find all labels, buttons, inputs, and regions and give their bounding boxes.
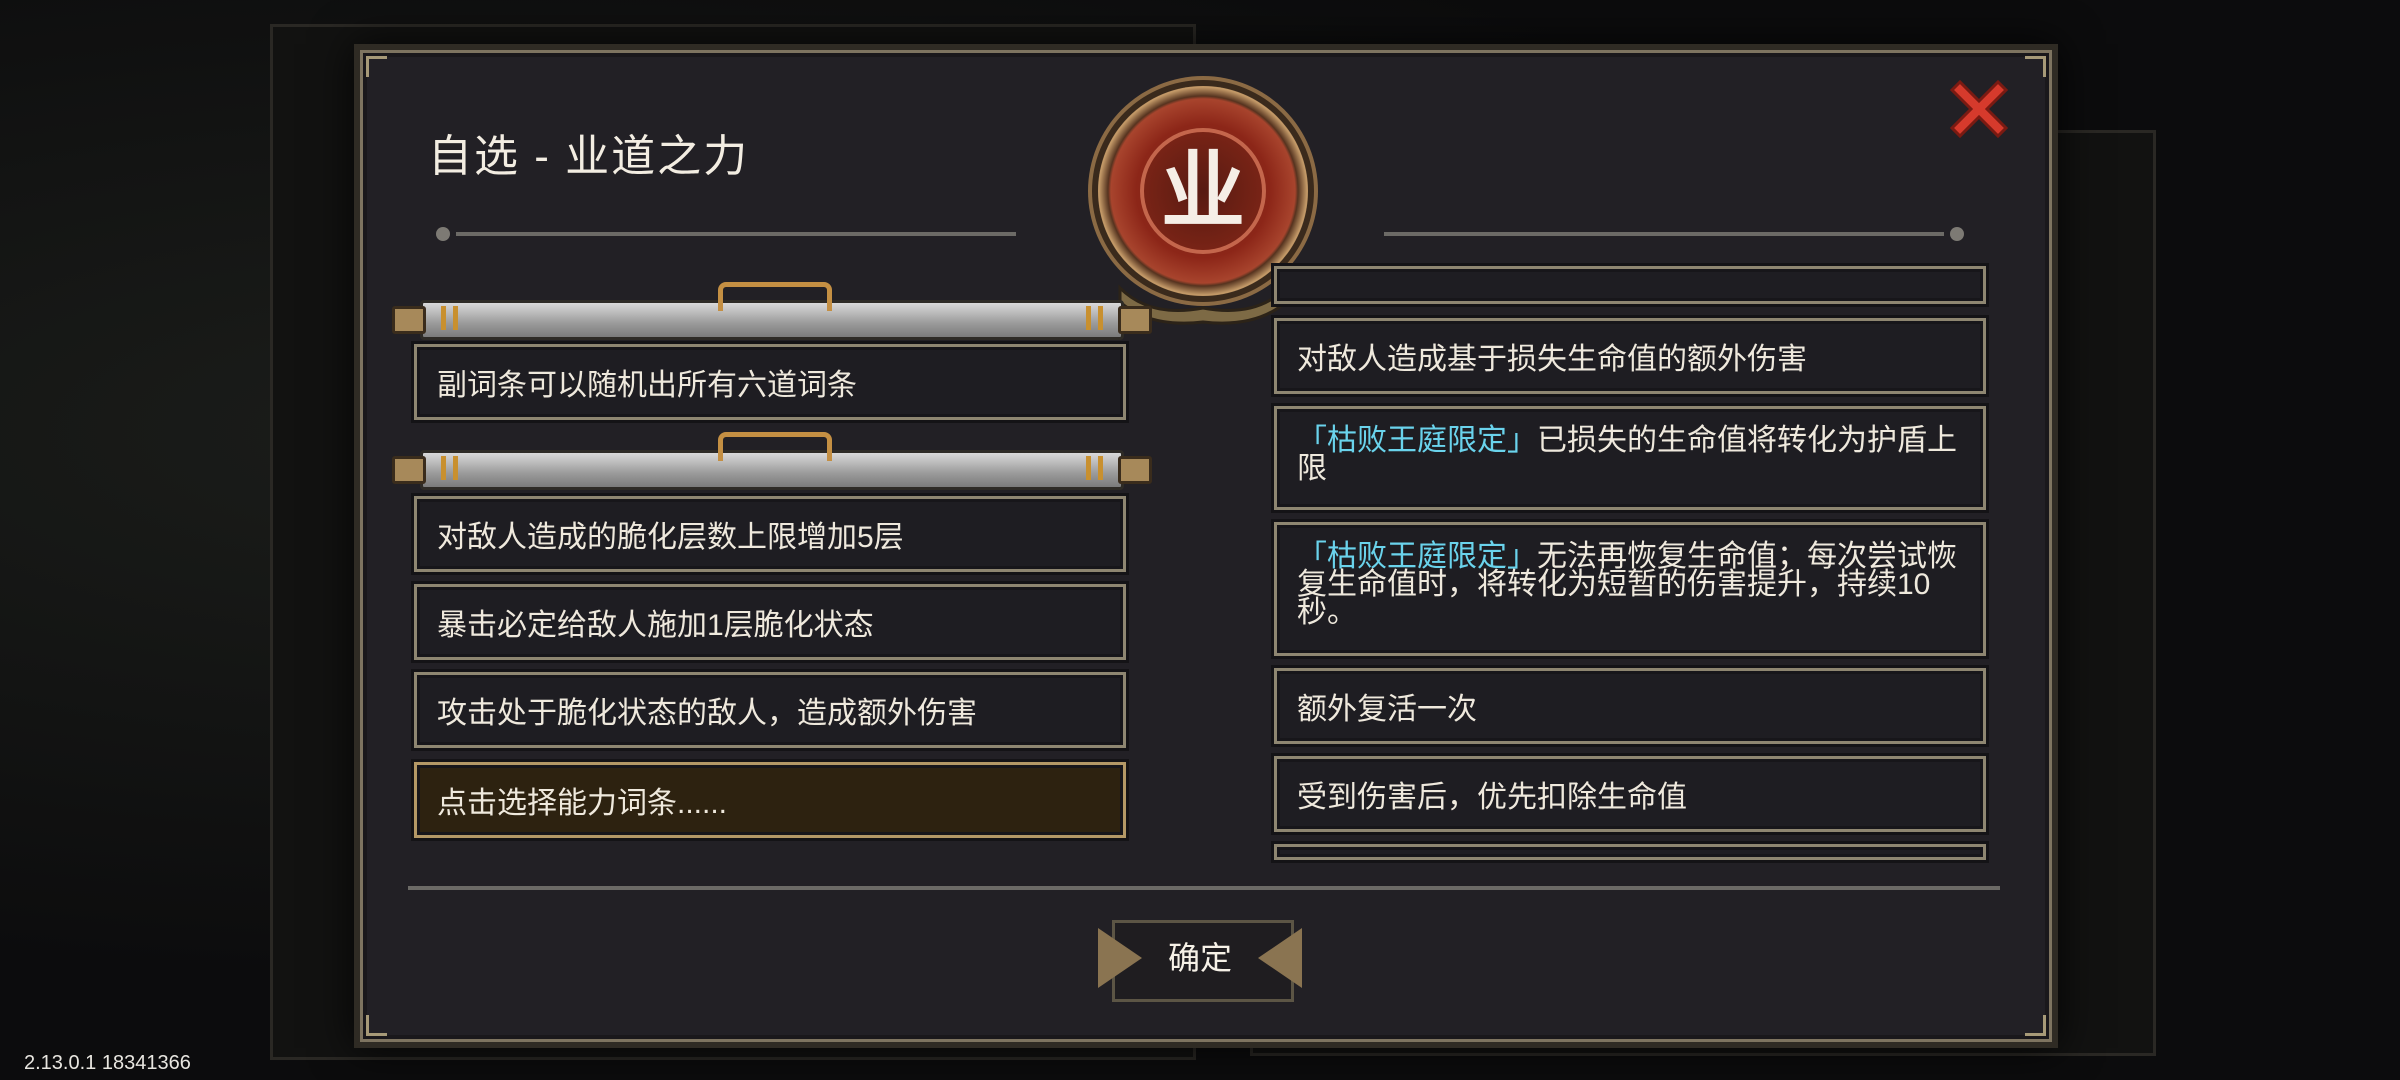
version-text: 2.13.0.1 18341366 — [24, 1052, 191, 1074]
option-row[interactable]: 「枯败王庭限定」无法再恢复生命值；每次尝试恢复生命值时，将转化为短暂的伤害提升，… — [1274, 522, 1986, 656]
option-text: 「枯败王庭限定」无法再恢复生命值；每次尝试恢复生命值时，将转化为短暂的伤害提升，… — [1297, 540, 1957, 629]
option-row[interactable]: 受到伤害后，优先扣除生命值 — [1274, 756, 1986, 832]
option-row[interactable]: 副词条可以随机出所有六道词条 — [414, 344, 1126, 420]
option-row[interactable]: 攻击处于脆化状态的敌人，造成额外伤害 — [414, 672, 1126, 748]
option-text: 副词条可以随机出所有六道词条 — [437, 369, 857, 402]
option-text: 受到伤害后，优先扣除生命值 — [1297, 781, 1687, 814]
scroll-end-cap — [1118, 456, 1152, 484]
karma-emblem: 业 — [1098, 86, 1308, 296]
confirm-button[interactable]: 确定 — [1084, 912, 1316, 1004]
frame-corner — [366, 56, 387, 77]
footer-divider — [408, 886, 2000, 890]
karma-glyph-icon: 业 — [1160, 144, 1245, 238]
option-row[interactable]: 对敌人造成基于损失生命值的额外伤害 — [1274, 318, 1986, 394]
scroll-handle-ornament — [718, 282, 832, 311]
frame-corner — [2025, 56, 2046, 77]
divider-ornament — [1950, 227, 1964, 241]
header-divider-left — [456, 232, 1016, 236]
option-row[interactable]: 额外复活一次 — [1274, 668, 1986, 744]
option-row[interactable]: 暴击必定给敌人施加1层脆化状态 — [414, 584, 1126, 660]
option-row[interactable]: 「枯败王庭限定」已损失的生命值将转化为护盾上限 — [1274, 406, 1986, 510]
scroll-end-cap — [392, 306, 426, 334]
scroll-handle-ornament — [718, 432, 832, 461]
scroll-end-cap — [392, 456, 426, 484]
scroll-end-cap — [1118, 306, 1152, 334]
close-button[interactable] — [1946, 76, 2012, 142]
option-text: 对敌人造成基于损失生命值的额外伤害 — [1297, 343, 1807, 376]
close-x-icon — [1949, 79, 2009, 139]
frame-corner — [2025, 1015, 2046, 1036]
frame-corner — [366, 1015, 387, 1036]
option-text: 「枯败王庭限定」已损失的生命值将转化为护盾上限 — [1297, 424, 1957, 485]
confirm-label: 确定 — [1167, 940, 1232, 976]
divider-ornament — [436, 227, 450, 241]
option-row-partial[interactable] — [1274, 844, 1986, 860]
option-text: 暴击必定给敌人施加1层脆化状态 — [437, 609, 874, 642]
option-text: 额外复活一次 — [1297, 693, 1477, 726]
option-text: 对敌人造成的脆化层数上限增加5层 — [437, 521, 904, 554]
option-text: 攻击处于脆化状态的敌人，造成额外伤害 — [437, 697, 977, 730]
dialog-title: 自选 - 业道之力 — [428, 132, 750, 181]
option-placeholder-text: 点击选择能力词条...... — [437, 787, 728, 820]
option-row-selected[interactable]: 点击选择能力词条...... — [414, 762, 1126, 838]
header-divider-right — [1384, 232, 1944, 236]
option-row[interactable]: 对敌人造成的脆化层数上限增加5层 — [414, 496, 1126, 572]
option-row-partial[interactable] — [1274, 266, 1986, 304]
exclusive-tag: 「枯败王庭限定」 — [1297, 424, 1537, 457]
